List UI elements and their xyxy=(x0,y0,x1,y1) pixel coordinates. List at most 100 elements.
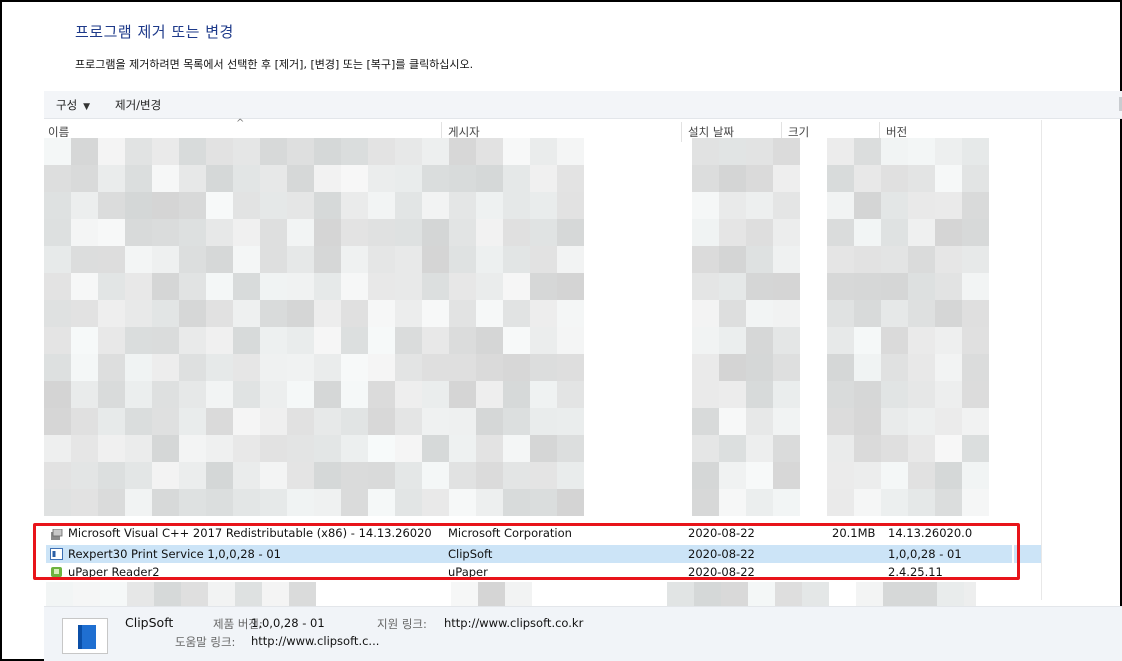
mosaic-cell xyxy=(746,408,773,435)
sort-ascending-icon: ^ xyxy=(236,118,245,129)
mosaic-cell xyxy=(530,489,557,516)
mosaic-cell xyxy=(71,408,98,435)
mosaic-cell xyxy=(935,300,962,327)
mosaic-cell xyxy=(98,354,125,381)
mosaic-cell xyxy=(287,300,314,327)
mosaic-cell xyxy=(71,462,98,489)
mosaic-cell xyxy=(503,165,530,192)
mosaic-cell xyxy=(746,300,773,327)
mosaic-cell xyxy=(908,192,935,219)
mosaic-cell xyxy=(368,300,395,327)
mosaic-cell xyxy=(395,192,422,219)
mosaic-cell xyxy=(98,435,125,462)
mosaic-cell xyxy=(395,219,422,246)
mosaic-cell xyxy=(152,246,179,273)
mosaic-cell xyxy=(287,273,314,300)
uninstall-change-button[interactable]: 제거/변경 xyxy=(115,97,161,113)
mosaic-cell xyxy=(260,354,287,381)
mosaic-cell xyxy=(692,327,719,354)
mosaic-cell xyxy=(557,192,584,219)
mosaic-cell xyxy=(233,165,260,192)
mosaic-cell xyxy=(98,327,125,354)
mosaic-cell xyxy=(692,435,719,462)
mosaic-cell xyxy=(179,489,206,516)
mosaic-cell xyxy=(503,246,530,273)
mosaic-cell xyxy=(692,354,719,381)
mosaic-cell xyxy=(746,435,773,462)
mosaic-cell xyxy=(476,246,503,273)
mosaic-cell xyxy=(503,300,530,327)
mosaic-cell xyxy=(721,582,748,606)
mosaic-cell xyxy=(71,381,98,408)
mosaic-cell xyxy=(314,381,341,408)
help-link[interactable]: http://www.clipsoft.c... xyxy=(251,634,379,648)
mosaic-cell xyxy=(881,381,908,408)
mosaic-cell xyxy=(44,408,71,435)
mosaic-cell xyxy=(395,327,422,354)
mosaic-cell xyxy=(530,138,557,165)
mosaic-cell xyxy=(179,246,206,273)
mosaic-cell xyxy=(827,219,854,246)
mosaic-cell xyxy=(152,435,179,462)
mosaic-cell xyxy=(557,273,584,300)
mosaic-cell xyxy=(395,489,422,516)
mosaic-cell xyxy=(478,582,505,606)
mosaic-cell xyxy=(449,138,476,165)
mosaic-cell xyxy=(935,408,962,435)
mosaic-cell xyxy=(208,582,235,606)
support-link[interactable]: http://www.clipsoft.co.kr xyxy=(444,616,583,630)
mosaic-cell xyxy=(773,408,800,435)
mosaic-cell xyxy=(179,462,206,489)
mosaic-cell xyxy=(503,408,530,435)
mosaic-cell xyxy=(530,462,557,489)
mosaic-cell xyxy=(935,327,962,354)
mosaic-cell xyxy=(719,165,746,192)
mosaic-cell xyxy=(233,354,260,381)
mosaic-cell xyxy=(206,435,233,462)
mosaic-cell xyxy=(908,462,935,489)
organize-button[interactable]: 구성 ▼ xyxy=(56,97,90,113)
mosaic-cell xyxy=(937,582,964,606)
mosaic-cell xyxy=(881,192,908,219)
mosaic-cell xyxy=(287,381,314,408)
mosaic-cell xyxy=(46,582,73,606)
mosaic-cell xyxy=(287,138,314,165)
mosaic-cell xyxy=(233,408,260,435)
mosaic-cell xyxy=(98,381,125,408)
mosaic-cell xyxy=(152,192,179,219)
mosaic-cell xyxy=(719,435,746,462)
mosaic-cell xyxy=(773,354,800,381)
mosaic-cell xyxy=(719,192,746,219)
mosaic-cell xyxy=(422,300,449,327)
mosaic-cell xyxy=(368,219,395,246)
mosaic-cell xyxy=(449,462,476,489)
mosaic-cell xyxy=(341,489,368,516)
mosaic-cell xyxy=(314,327,341,354)
mosaic-cell xyxy=(692,273,719,300)
mosaic-cell xyxy=(935,246,962,273)
mosaic-cell xyxy=(100,582,127,606)
mosaic-cell xyxy=(125,489,152,516)
mosaic-cell xyxy=(449,165,476,192)
mosaic-cell xyxy=(125,192,152,219)
mosaic-cell xyxy=(746,192,773,219)
mosaic-cell xyxy=(530,408,557,435)
mosaic-cell xyxy=(908,165,935,192)
mosaic-cell xyxy=(854,138,881,165)
mosaic-cell xyxy=(341,300,368,327)
mosaic-cell xyxy=(260,192,287,219)
mosaic-cell xyxy=(694,582,721,606)
mosaic-cell xyxy=(530,435,557,462)
mosaic-cell xyxy=(476,219,503,246)
mosaic-cell xyxy=(125,408,152,435)
mosaic-cell xyxy=(422,381,449,408)
mosaic-cell xyxy=(692,138,719,165)
mosaic-cell xyxy=(422,138,449,165)
mosaic-cell xyxy=(557,300,584,327)
mosaic-cell xyxy=(827,462,854,489)
mosaic-cell xyxy=(773,273,800,300)
mosaic-cell xyxy=(908,219,935,246)
mosaic-cell xyxy=(962,408,989,435)
mosaic-cell xyxy=(449,246,476,273)
mosaic-cell xyxy=(44,138,71,165)
